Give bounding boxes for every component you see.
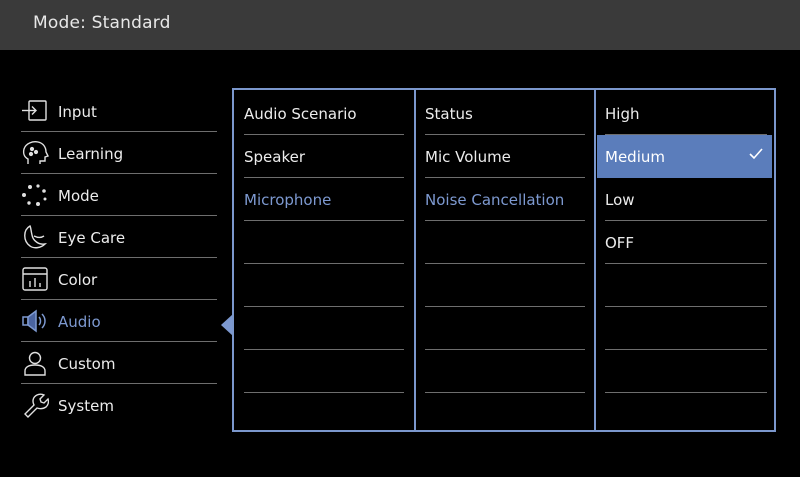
sidebar-item-color[interactable]: Color: [21, 258, 217, 300]
noise-cancellation-options-column: High Medium Low OFF: [597, 92, 772, 393]
learning-icon: [21, 140, 49, 166]
option-high[interactable]: High: [605, 92, 767, 135]
sidebar-item-label: System: [58, 397, 114, 415]
option-off[interactable]: OFF: [605, 221, 767, 264]
menu-item-label: Status: [425, 105, 473, 123]
color-icon: [21, 266, 49, 292]
sidebar-item-system[interactable]: System: [21, 384, 217, 426]
empty-row: [605, 264, 767, 307]
sidebar-item-label: Eye Care: [58, 229, 126, 247]
sidebar-item-audio[interactable]: Audio: [21, 300, 217, 342]
sidebar-item-input[interactable]: Input: [21, 90, 217, 132]
sidebar-item-label: Audio: [58, 313, 101, 331]
column-divider: [414, 90, 416, 430]
sidebar-item-label: Mode: [58, 187, 99, 205]
menu-item-label: Mic Volume: [425, 148, 511, 166]
empty-row: [244, 307, 404, 350]
empty-row: [425, 307, 585, 350]
mode-icon: [21, 182, 49, 208]
menu-item-status[interactable]: Status: [425, 92, 585, 135]
empty-row: [244, 221, 404, 264]
menu-item-speaker[interactable]: Speaker: [244, 135, 404, 178]
menu-item-label: Audio Scenario: [244, 105, 357, 123]
menu-item-audio-scenario[interactable]: Audio Scenario: [244, 92, 404, 135]
header-bar: Mode: Standard: [0, 0, 800, 50]
sidebar-item-eye-care[interactable]: Eye Care: [21, 216, 217, 258]
option-label: High: [605, 105, 640, 123]
option-medium[interactable]: Medium: [597, 135, 772, 178]
sidebar-item-learning[interactable]: Learning: [21, 132, 217, 174]
empty-row: [425, 221, 585, 264]
sidebar-item-label: Learning: [58, 145, 124, 163]
empty-row: [425, 264, 585, 307]
menu-item-noise-cancellation[interactable]: Noise Cancellation: [425, 178, 585, 221]
submenu-panel: Audio Scenario Speaker Microphone Status…: [232, 88, 776, 432]
speaker-icon: [21, 308, 49, 334]
option-label: Medium: [605, 148, 665, 166]
menu-item-mic-volume[interactable]: Mic Volume: [425, 135, 585, 178]
column-divider: [594, 90, 596, 430]
option-label: Low: [605, 191, 635, 209]
checkmark-icon: [748, 146, 764, 162]
mode-title: Mode: Standard: [33, 13, 171, 33]
eye-care-icon: [21, 224, 49, 250]
empty-row: [244, 350, 404, 393]
sidebar-item-label: Custom: [58, 355, 116, 373]
audio-menu-column: Audio Scenario Speaker Microphone: [244, 92, 404, 393]
sidebar-item-label: Input: [58, 103, 97, 121]
sidebar-item-mode[interactable]: Mode: [21, 174, 217, 216]
microphone-menu-column: Status Mic Volume Noise Cancellation: [425, 92, 585, 393]
menu-item-label: Noise Cancellation: [425, 191, 565, 209]
empty-row: [244, 264, 404, 307]
empty-row: [605, 307, 767, 350]
option-low[interactable]: Low: [605, 178, 767, 221]
empty-row: [425, 350, 585, 393]
empty-row: [605, 350, 767, 393]
sidebar-item-custom[interactable]: Custom: [21, 342, 217, 384]
wrench-icon: [21, 392, 49, 418]
menu-item-label: Microphone: [244, 191, 332, 209]
sidebar-item-label: Color: [58, 271, 98, 289]
person-icon: [21, 350, 49, 376]
menu-item-label: Speaker: [244, 148, 306, 166]
option-label: OFF: [605, 234, 635, 252]
input-icon: [21, 98, 49, 124]
menu-item-microphone[interactable]: Microphone: [244, 178, 404, 221]
sidebar: Input Learning Mode Eye Care Color Audio…: [21, 90, 217, 426]
